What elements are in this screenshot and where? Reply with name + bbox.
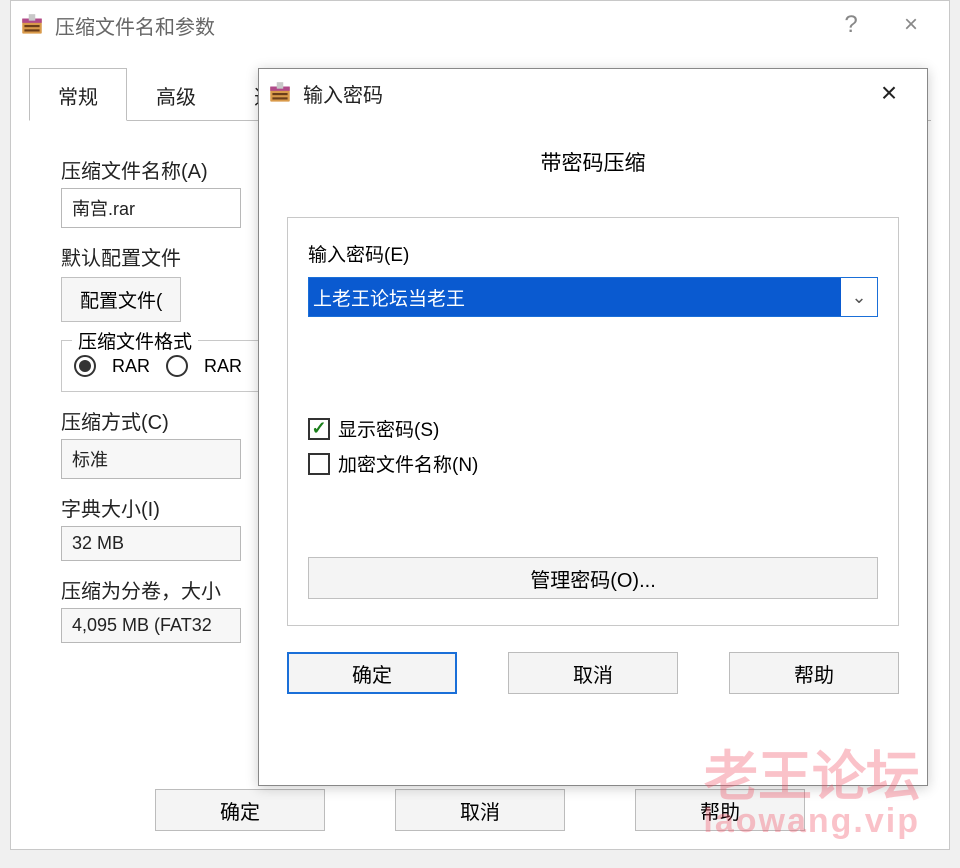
password-value-wrap[interactable]: 上老王论坛当老王 (309, 278, 841, 316)
encrypt-names-label: 加密文件名称(N) (338, 450, 478, 477)
filename-label: 压缩文件名称(A) (61, 155, 271, 184)
show-password-checkbox[interactable] (308, 418, 330, 440)
password-label: 输入密码(E) (308, 240, 878, 267)
modal-title: 输入密码 (303, 79, 859, 108)
chevron-down-icon[interactable]: ⌄ (841, 287, 877, 308)
profile-button[interactable]: 配置文件( (61, 277, 181, 322)
password-group: 输入密码(E) 上老王论坛当老王 ⌄ 显示密码(S) 加密文件名称(N) 管理密… (287, 217, 899, 626)
tab-general[interactable]: 常规 (29, 68, 127, 121)
password-dialog: 输入密码 × 带密码压缩 输入密码(E) 上老王论坛当老王 ⌄ 显示密码(S) … (258, 68, 928, 786)
dict-label: 字典大小(I) (61, 493, 271, 522)
modal-cancel-button[interactable]: 取消 (508, 652, 678, 694)
radio-rar4-label: RAR (204, 356, 242, 377)
default-profile-label: 默认配置文件 (61, 242, 271, 271)
split-dropdown[interactable]: 4,095 MB (FAT32 (61, 608, 241, 643)
main-help-button[interactable]: 帮助 (635, 789, 805, 831)
radio-rar-label: RAR (112, 356, 150, 377)
method-dropdown[interactable]: 标准 (61, 439, 241, 479)
modal-ok-button[interactable]: 确定 (287, 652, 457, 694)
modal-help-button[interactable]: 帮助 (729, 652, 899, 694)
password-value[interactable]: 上老王论坛当老王 (313, 284, 465, 311)
radio-rar[interactable] (74, 355, 96, 377)
winrar-icon (267, 80, 293, 106)
password-combobox[interactable]: 上老王论坛当老王 ⌄ (308, 277, 878, 317)
main-title: 压缩文件名和参数 (55, 11, 821, 40)
method-label: 压缩方式(C) (61, 406, 271, 435)
modal-titlebar: 输入密码 × (259, 69, 927, 117)
modal-heading: 带密码压缩 (287, 147, 899, 177)
modal-button-row: 确定 取消 帮助 (259, 626, 927, 694)
help-button[interactable]: ? (821, 11, 881, 39)
manage-passwords-button[interactable]: 管理密码(O)... (308, 557, 878, 599)
dict-dropdown[interactable]: 32 MB (61, 526, 241, 561)
show-password-label: 显示密码(S) (338, 415, 439, 442)
close-button[interactable]: × (881, 11, 941, 39)
format-group-title: 压缩文件格式 (72, 327, 198, 354)
main-ok-button[interactable]: 确定 (155, 789, 325, 831)
encrypt-names-checkbox[interactable] (308, 453, 330, 475)
main-button-row: 确定 取消 帮助 (11, 789, 949, 831)
format-group: 压缩文件格式 RAR RAR (61, 340, 261, 392)
radio-rar4[interactable] (166, 355, 188, 377)
tab-advanced[interactable]: 高级 (127, 68, 225, 121)
main-titlebar: 压缩文件名和参数 ? × (11, 1, 949, 49)
winrar-icon (19, 12, 45, 38)
general-tab-content: 压缩文件名称(A) 南宫.rar 默认配置文件 配置文件( 压缩文件格式 RAR… (11, 121, 271, 643)
modal-close-button[interactable]: × (859, 77, 919, 109)
filename-input[interactable]: 南宫.rar (61, 188, 241, 228)
main-cancel-button[interactable]: 取消 (395, 789, 565, 831)
split-label: 压缩为分卷，大小 (61, 575, 271, 604)
modal-body: 带密码压缩 输入密码(E) 上老王论坛当老王 ⌄ 显示密码(S) 加密文件名称(… (259, 117, 927, 626)
